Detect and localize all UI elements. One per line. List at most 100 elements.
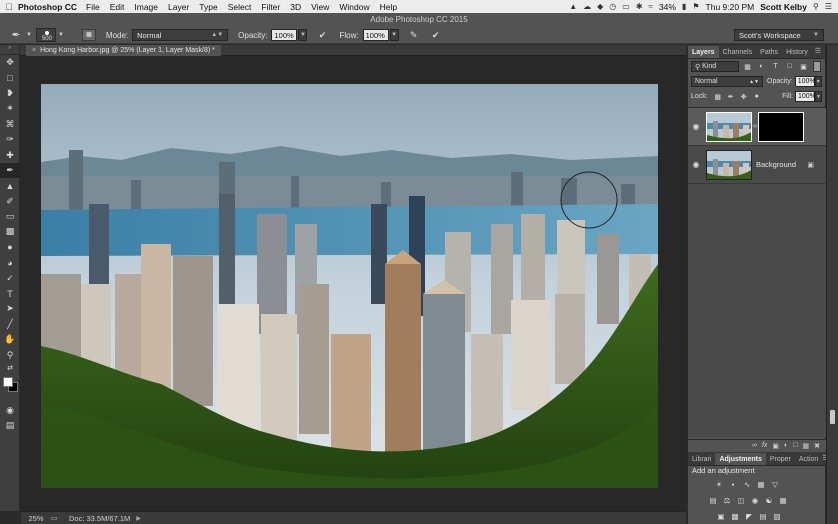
menu-image[interactable]: Image bbox=[134, 2, 158, 12]
lock-transparent-icon[interactable]: ▦ bbox=[713, 92, 723, 102]
adobe-icon[interactable]: ▲ bbox=[569, 2, 577, 11]
layer-thumbnail[interactable] bbox=[706, 149, 752, 180]
photo-filter-icon[interactable]: ◉ bbox=[750, 495, 760, 505]
share-icon[interactable]: ▭ bbox=[51, 514, 65, 522]
healing-brush-tool-icon[interactable]: ✚ bbox=[0, 147, 20, 162]
layer-lock-icon[interactable]: ▣ bbox=[807, 161, 814, 169]
gradient-map-icon[interactable]: ▤ bbox=[758, 511, 768, 521]
menu-select[interactable]: Select bbox=[228, 2, 252, 12]
flow-dropdown-icon[interactable]: ▼ bbox=[389, 29, 399, 41]
menu-window[interactable]: Window bbox=[339, 2, 369, 12]
pressure-size-icon[interactable]: ✔ bbox=[429, 28, 443, 42]
layer-opacity-field[interactable]: 100% bbox=[794, 76, 816, 87]
menu-file[interactable]: File bbox=[86, 2, 100, 12]
clone-stamp-tool-icon[interactable]: ▲ bbox=[0, 178, 20, 193]
quick-mask-icon[interactable]: ◉ bbox=[0, 403, 20, 418]
spotlight-icon[interactable]: ⚲ bbox=[813, 2, 819, 11]
layer-style-icon[interactable]: fx bbox=[762, 442, 767, 449]
app-menu[interactable]: Photoshop CC bbox=[18, 2, 77, 12]
type-tool-icon[interactable]: T bbox=[0, 286, 20, 301]
panel-menu-icon[interactable]: ☰ bbox=[815, 46, 825, 58]
wifi-icon[interactable]: ≈ bbox=[649, 2, 653, 11]
bluetooth-icon[interactable]: ✱ bbox=[636, 2, 643, 11]
airplay-icon[interactable]: ▭ bbox=[622, 2, 630, 11]
menu-view[interactable]: View bbox=[311, 2, 329, 12]
layer-thumbnail[interactable] bbox=[706, 111, 752, 142]
workspace-select[interactable]: Scott's Workspace ▼ bbox=[734, 29, 824, 41]
close-tab-icon[interactable]: × bbox=[32, 47, 36, 54]
pen-tool-icon[interactable]: ✓ bbox=[0, 270, 20, 285]
add-mask-icon[interactable]: ▣ bbox=[772, 442, 779, 450]
layer-row-layer-1[interactable]: ◉ ∞ bbox=[688, 108, 826, 146]
opacity-field[interactable]: 100% bbox=[271, 29, 298, 41]
new-layer-icon[interactable]: ▦ bbox=[803, 442, 810, 450]
hue-saturation-icon[interactable]: ▤ bbox=[708, 495, 718, 505]
battery-icon[interactable]: ▮ bbox=[682, 2, 686, 11]
timemachine-icon[interactable]: ◷ bbox=[609, 2, 616, 11]
curves-icon[interactable]: ∿ bbox=[742, 479, 752, 489]
layer-row-background[interactable]: ◉ Background ▣ bbox=[688, 146, 826, 184]
document-tab[interactable]: × Hong Kong Harbor.jpg @ 25% (Layer 1, L… bbox=[26, 45, 221, 56]
hand-tool-icon[interactable]: ✋ bbox=[0, 332, 20, 347]
delete-layer-icon[interactable]: ✖ bbox=[814, 442, 820, 450]
tab-layers[interactable]: Layers bbox=[688, 46, 719, 58]
dock-scrollbar[interactable] bbox=[830, 410, 835, 424]
menu-edit[interactable]: Edit bbox=[110, 2, 125, 12]
visibility-eye-icon[interactable]: ◉ bbox=[688, 160, 704, 169]
blend-mode-select[interactable]: Normal ▲▼ bbox=[691, 76, 763, 87]
lock-image-icon[interactable]: ✒ bbox=[726, 92, 736, 102]
brush-preset-picker[interactable]: 500 bbox=[35, 28, 56, 42]
flow-field[interactable]: 100% bbox=[362, 29, 389, 41]
path-select-tool-icon[interactable]: ➤ bbox=[0, 301, 20, 316]
levels-icon[interactable]: ▪ bbox=[728, 479, 738, 489]
filter-pixel-icon[interactable]: ▦ bbox=[742, 61, 753, 72]
history-brush-tool-icon[interactable]: ✐ bbox=[0, 194, 20, 209]
link-layers-icon[interactable]: ∞ bbox=[752, 442, 757, 449]
swap-colors-icon[interactable]: ⇄ bbox=[0, 363, 20, 373]
status-menu-chevron-icon[interactable]: ▶ bbox=[136, 515, 141, 522]
marquee-tool-icon[interactable]: □ bbox=[0, 70, 20, 85]
dodge-tool-icon[interactable]: ◕ bbox=[0, 255, 20, 270]
vibrance-icon[interactable]: ▽ bbox=[770, 479, 780, 489]
filter-shape-icon[interactable]: □ bbox=[784, 61, 795, 72]
opacity-dropdown-icon[interactable]: ▼ bbox=[298, 29, 308, 41]
exposure-icon[interactable]: ▦ bbox=[756, 479, 766, 489]
blur-tool-icon[interactable]: ● bbox=[0, 240, 20, 255]
invert-icon[interactable]: ▣ bbox=[716, 511, 726, 521]
brush-tool-icon-active[interactable]: ✒ bbox=[0, 162, 20, 179]
new-group-icon[interactable]: □ bbox=[793, 442, 797, 449]
lock-all-icon[interactable]: ● bbox=[752, 92, 762, 102]
airbrush-icon[interactable]: ✎ bbox=[407, 28, 421, 42]
menu-filter[interactable]: Filter bbox=[261, 2, 280, 12]
user-name[interactable]: Scott Kelby bbox=[760, 2, 807, 12]
menubar-clock[interactable]: Thu 9:20 PM bbox=[706, 2, 755, 12]
filter-smart-object-icon[interactable]: ▣ bbox=[798, 61, 809, 72]
menu-3d[interactable]: 3D bbox=[290, 2, 301, 12]
move-tool-icon[interactable]: ✥ bbox=[0, 55, 20, 70]
zoom-level[interactable]: 25% bbox=[21, 514, 51, 523]
lasso-tool-icon[interactable]: ❥ bbox=[0, 86, 20, 101]
threshold-icon[interactable]: ◤ bbox=[744, 511, 754, 521]
eyedropper-tool-icon[interactable]: ✑ bbox=[0, 132, 20, 147]
flag-icon[interactable]: ⚑ bbox=[692, 2, 699, 11]
brush-panel-toggle-icon[interactable]: ▦ bbox=[81, 29, 96, 41]
document-image[interactable] bbox=[41, 84, 658, 488]
layer-name[interactable]: Background bbox=[756, 160, 796, 169]
tab-adjustments[interactable]: Adjustments bbox=[715, 453, 766, 465]
brightness-contrast-icon[interactable]: ☀ bbox=[714, 479, 724, 489]
menu-layer[interactable]: Layer bbox=[168, 2, 189, 12]
notification-center-icon[interactable]: ☰ bbox=[825, 2, 832, 11]
filter-kind-select[interactable]: ⚲ Kind bbox=[691, 61, 739, 72]
tab-actions[interactable]: Action bbox=[795, 453, 822, 465]
cloud-icon[interactable]: ☁ bbox=[583, 2, 591, 11]
tab-properties[interactable]: Proper bbox=[766, 453, 795, 465]
gradient-tool-icon[interactable]: ▩ bbox=[0, 224, 20, 239]
tool-preset-chevron-down-icon[interactable]: ▼ bbox=[26, 32, 32, 38]
tab-channels[interactable]: Channels bbox=[719, 46, 757, 58]
lock-position-icon[interactable]: ✥ bbox=[739, 92, 749, 102]
canvas-area[interactable] bbox=[21, 57, 686, 511]
menu-type[interactable]: Type bbox=[199, 2, 217, 12]
fill-field[interactable]: 100% bbox=[795, 91, 816, 102]
menu-help[interactable]: Help bbox=[380, 2, 397, 12]
screen-mode-icon[interactable]: ▤ bbox=[0, 418, 20, 433]
